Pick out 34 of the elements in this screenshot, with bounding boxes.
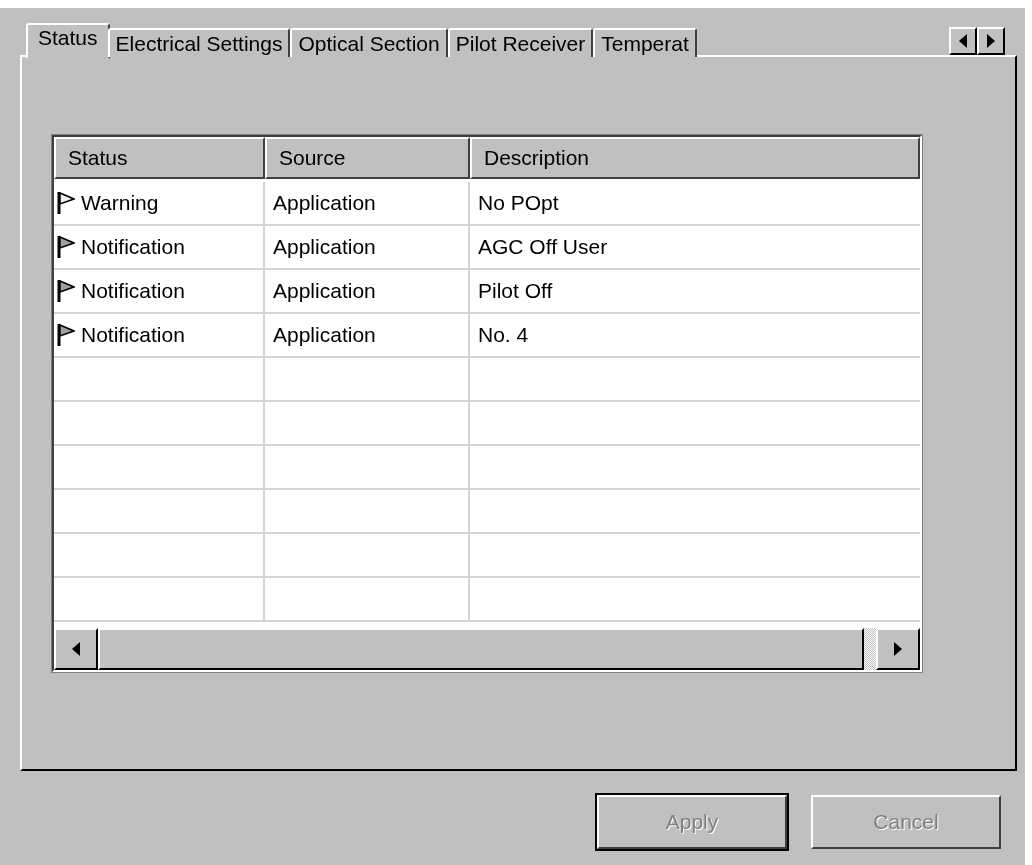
flag-icon	[57, 235, 75, 259]
tab[interactable]: Status	[26, 23, 110, 59]
left-arrow-icon	[72, 642, 80, 656]
table-cell: Warning	[54, 182, 265, 224]
tab-scroll-left-button[interactable]	[949, 27, 977, 55]
flag-icon	[57, 323, 75, 347]
table-cell: Notification	[54, 314, 265, 356]
column-header[interactable]: Description	[470, 137, 920, 179]
scrollbar-thumb[interactable]	[98, 628, 864, 670]
table-cell: Application	[265, 226, 470, 268]
table-cell-text: No. 4	[477, 322, 530, 348]
tab[interactable]: Temperat	[593, 28, 697, 57]
table-cell-text: AGC Off User	[477, 234, 609, 260]
flag-icon	[57, 279, 75, 303]
tab[interactable]: Pilot Receiver	[447, 28, 594, 57]
column-header[interactable]: Status	[54, 137, 265, 179]
table-cell: Notification	[54, 270, 265, 312]
flag-icon	[57, 191, 75, 215]
table-cell: Application	[265, 182, 470, 224]
column-header[interactable]: Source	[265, 137, 470, 179]
scroll-right-button[interactable]	[876, 628, 920, 670]
tab[interactable]: Optical Section	[290, 28, 448, 57]
table-cell-text: No POpt	[477, 190, 560, 216]
tab[interactable]: Electrical Settings	[107, 28, 291, 57]
table-cell: Notification	[54, 226, 265, 268]
scrollbar-track[interactable]	[864, 628, 876, 670]
tab-scroll-right-button[interactable]	[977, 27, 1005, 55]
scroll-left-button[interactable]	[54, 628, 98, 670]
table-cell-text: Pilot Off	[477, 278, 554, 304]
table-cell: Application	[265, 314, 470, 356]
right-arrow-icon	[987, 34, 995, 48]
right-arrow-icon	[894, 642, 902, 656]
table-cell: Application	[265, 270, 470, 312]
left-arrow-icon	[959, 34, 967, 48]
